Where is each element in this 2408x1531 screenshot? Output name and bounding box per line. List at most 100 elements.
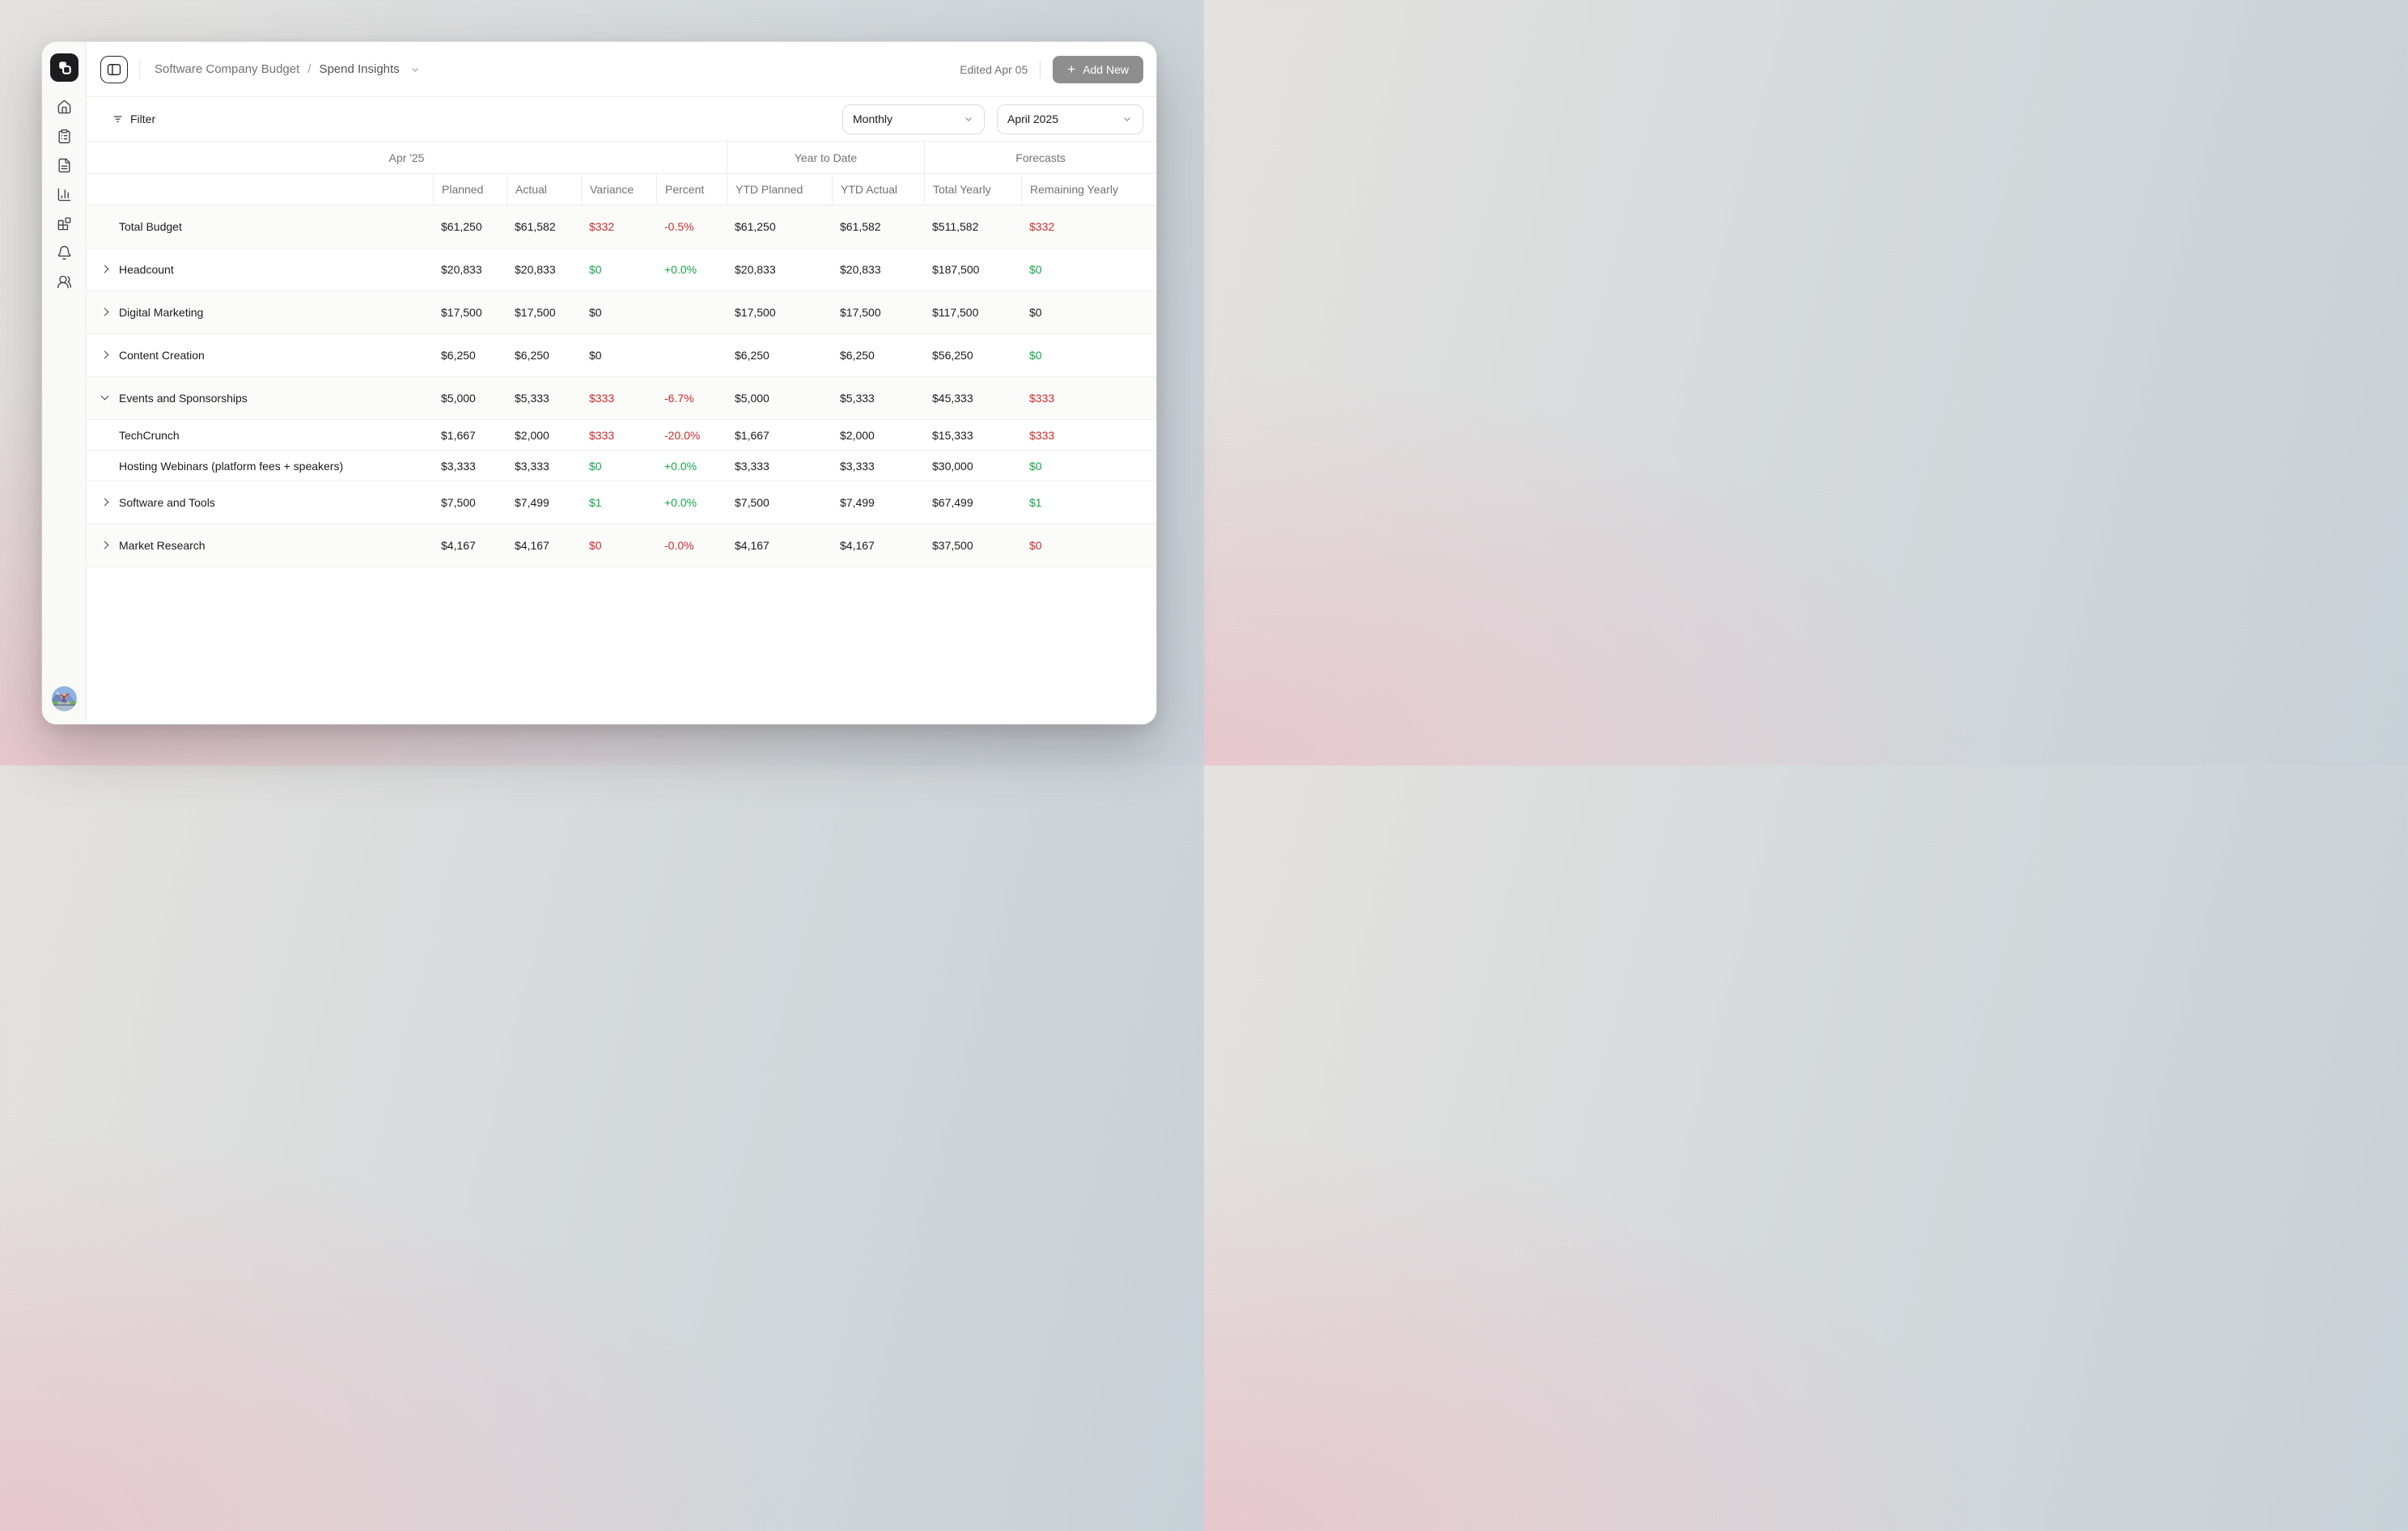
value-cell: $5,000 xyxy=(433,392,507,405)
expand-chevron-right-icon[interactable] xyxy=(100,307,111,318)
sidebar xyxy=(42,42,87,724)
expand-chevron-right-icon[interactable] xyxy=(100,540,111,551)
month-select-value: April 2025 xyxy=(1007,112,1058,125)
value-cell: $6,250 xyxy=(507,349,581,362)
value-cell: $4,167 xyxy=(727,539,832,552)
value-cell: -0.0% xyxy=(656,539,727,552)
budget-table: Apr '25 Year to Date Forecasts Planned A… xyxy=(87,142,1156,567)
table-row[interactable]: Total Budget$61,250$61,582$332-0.5%$61,2… xyxy=(87,206,1156,248)
value-cell: $333 xyxy=(1021,429,1156,442)
clipboard-icon xyxy=(57,129,72,144)
expand-chevron-right-icon[interactable] xyxy=(100,264,111,275)
value-cell: $17,500 xyxy=(507,306,581,319)
table-row[interactable]: Hosting Webinars (platform fees + speake… xyxy=(87,451,1156,481)
chevron-spacer xyxy=(100,221,111,232)
value-cell: $20,833 xyxy=(727,263,832,276)
value-cell: $3,333 xyxy=(727,460,832,473)
table-row[interactable]: Market Research$4,167$4,167$0-0.0%$4,167… xyxy=(87,524,1156,567)
value-cell: $0 xyxy=(581,460,656,473)
value-cell: $2,000 xyxy=(832,429,924,442)
value-cell: $3,333 xyxy=(832,460,924,473)
row-label: Hosting Webinars (platform fees + speake… xyxy=(119,460,343,473)
add-new-label: Add New xyxy=(1083,63,1129,76)
value-cell: $333 xyxy=(1021,392,1156,405)
value-cell: $1,667 xyxy=(433,429,507,442)
value-cell: $333 xyxy=(581,429,656,442)
blocks-icon xyxy=(57,216,72,231)
table-row[interactable]: Software and Tools$7,500$7,499$1+0.0%$7,… xyxy=(87,481,1156,524)
month-select[interactable]: April 2025 xyxy=(997,104,1143,134)
topbar: Software Company Budget / Spend Insights… xyxy=(87,42,1156,97)
value-cell: $511,582 xyxy=(924,220,1021,233)
row-label-cell: Software and Tools xyxy=(87,496,433,509)
row-label-cell: Digital Marketing xyxy=(87,306,433,319)
value-cell: $45,333 xyxy=(924,392,1021,405)
column-header-label xyxy=(87,174,433,205)
value-cell: $6,250 xyxy=(433,349,507,362)
panel-left-icon xyxy=(106,61,122,78)
value-cell: $4,167 xyxy=(832,539,924,552)
filter-icon xyxy=(112,113,124,125)
value-cell: $0 xyxy=(581,263,656,276)
group-header-ytd: Year to Date xyxy=(727,142,924,173)
chevron-spacer xyxy=(100,430,111,441)
sidebar-toggle-button[interactable] xyxy=(100,56,128,83)
value-cell: $61,582 xyxy=(832,220,924,233)
topbar-right: Edited Apr 05 + Add New xyxy=(960,56,1143,83)
row-label-cell: Events and Sponsorships xyxy=(87,392,433,405)
column-header-planned: Planned xyxy=(433,174,507,205)
period-select-value: Monthly xyxy=(853,112,892,125)
sidebar-item-clipboard[interactable] xyxy=(57,129,72,144)
user-avatar[interactable] xyxy=(52,686,77,711)
sidebar-nav xyxy=(57,100,72,303)
sidebar-item-home[interactable] xyxy=(57,100,72,115)
value-cell: $1,667 xyxy=(727,429,832,442)
sidebar-item-users[interactable] xyxy=(57,274,72,290)
app-window: Software Company Budget / Spend Insights… xyxy=(42,42,1156,724)
period-select[interactable]: Monthly xyxy=(842,104,985,134)
table-row[interactable]: TechCrunch$1,667$2,000$333-20.0%$1,667$2… xyxy=(87,420,1156,451)
toolbar-right: Monthly April 2025 xyxy=(842,104,1143,134)
value-cell: $3,333 xyxy=(507,460,581,473)
expand-chevron-down-icon[interactable] xyxy=(100,392,111,404)
expand-chevron-right-icon[interactable] xyxy=(100,497,111,508)
value-cell: $4,167 xyxy=(507,539,581,552)
sidebar-item-document[interactable] xyxy=(57,158,72,173)
avatar-illustration xyxy=(52,686,77,711)
column-header-variance: Variance xyxy=(581,174,656,205)
expand-chevron-right-icon[interactable] xyxy=(100,350,111,361)
table-row[interactable]: Events and Sponsorships$5,000$5,333$333-… xyxy=(87,377,1156,420)
value-cell: $17,500 xyxy=(433,306,507,319)
value-cell: $7,499 xyxy=(832,496,924,509)
row-label: TechCrunch xyxy=(119,429,180,442)
table-row[interactable]: Content Creation$6,250$6,250$0$6,250$6,2… xyxy=(87,334,1156,377)
breadcrumb-parent[interactable]: Software Company Budget xyxy=(155,62,299,76)
chevron-down-icon[interactable] xyxy=(409,64,421,75)
sidebar-item-bell[interactable] xyxy=(57,245,72,261)
add-new-button[interactable]: + Add New xyxy=(1053,56,1143,83)
table-group-header: Apr '25 Year to Date Forecasts xyxy=(87,142,1156,174)
value-cell: $333 xyxy=(581,392,656,405)
column-header-total-yearly: Total Yearly xyxy=(924,174,1021,205)
filter-label: Filter xyxy=(130,112,155,125)
sidebar-item-blocks[interactable] xyxy=(57,216,72,231)
plus-icon: + xyxy=(1067,62,1075,76)
breadcrumb: Software Company Budget / Spend Insights xyxy=(155,62,421,76)
column-header-ytd-actual: YTD Actual xyxy=(832,174,924,205)
sidebar-item-bar-chart[interactable] xyxy=(57,187,72,202)
table-row[interactable]: Digital Marketing$17,500$17,500$0$17,500… xyxy=(87,291,1156,334)
row-label-cell: Hosting Webinars (platform fees + speake… xyxy=(87,460,433,473)
edited-timestamp: Edited Apr 05 xyxy=(960,63,1028,76)
filter-button[interactable]: Filter xyxy=(112,112,155,125)
topbar-divider xyxy=(139,60,140,79)
value-cell: -6.7% xyxy=(656,392,727,405)
table-row[interactable]: Headcount$20,833$20,833$0+0.0%$20,833$20… xyxy=(87,248,1156,291)
value-cell: $7,500 xyxy=(727,496,832,509)
row-label: Market Research xyxy=(119,539,206,552)
breadcrumb-current[interactable]: Spend Insights xyxy=(319,62,399,76)
value-cell: $0 xyxy=(1021,539,1156,552)
users-icon xyxy=(57,274,72,290)
table-empty-space xyxy=(87,567,1156,724)
value-cell: $67,499 xyxy=(924,496,1021,509)
value-cell: $30,000 xyxy=(924,460,1021,473)
